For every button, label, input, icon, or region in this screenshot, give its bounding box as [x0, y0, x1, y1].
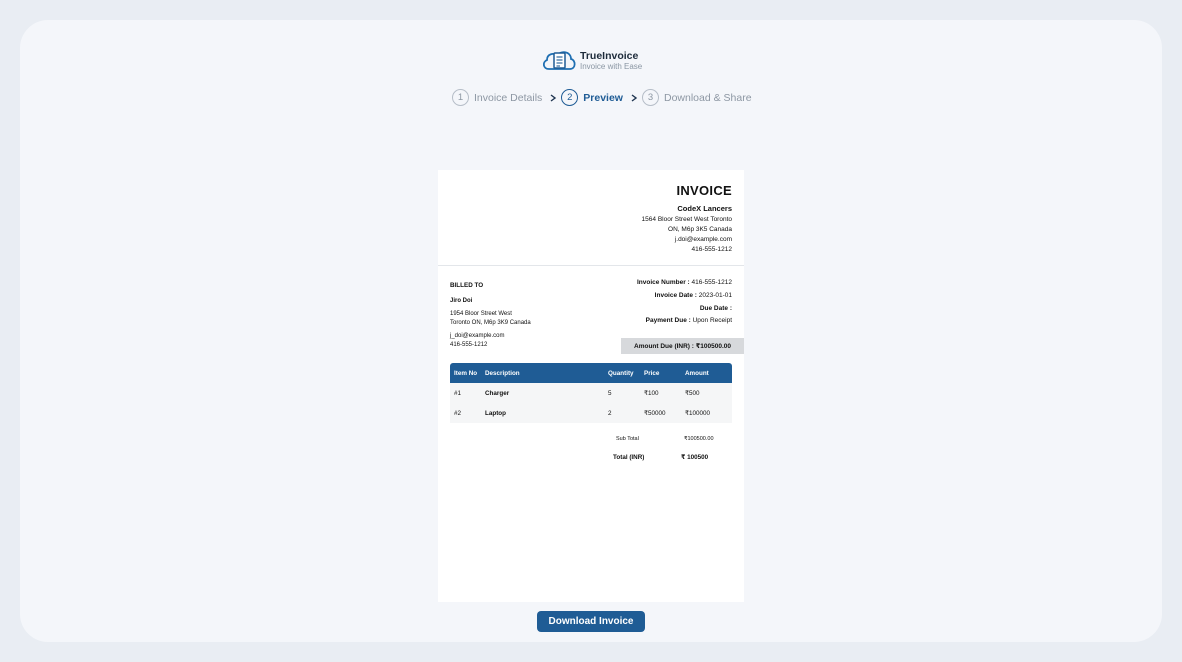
column-header: Quantity: [604, 363, 640, 383]
chevron-right-icon: [550, 93, 557, 102]
step-label: Download & Share: [663, 91, 752, 104]
price-cell: ₹100: [644, 389, 659, 397]
client-phone: 416-555-1212: [450, 341, 488, 348]
payment-due-value: Upon Receipt: [692, 317, 732, 325]
total-value: ₹ 100500: [681, 454, 709, 461]
step-invoice-details[interactable]: 1 Invoice Details: [452, 89, 542, 106]
table-header-row: Item No Description Quantity Price Amoun…: [450, 363, 732, 383]
step-preview[interactable]: 2 Preview: [561, 89, 623, 106]
download-invoice-button[interactable]: Download Invoice: [537, 611, 645, 632]
quantity-cell: 2: [608, 409, 612, 417]
items-table: Item No Description Quantity Price Amoun…: [450, 363, 732, 423]
totals: Sub Total ₹100500.00 Total (INR) ₹ 10050…: [608, 429, 714, 467]
amount-cell: ₹100000: [685, 409, 711, 417]
subtotal-value: ₹100500.00: [684, 435, 714, 442]
invoice-meta: Invoice Number : 416-555-1212 Invoice Da…: [637, 279, 732, 330]
invoice-number-value: 416-555-1212: [691, 279, 732, 286]
quantity-cell: 5: [608, 389, 612, 397]
invoice-date-label: Invoice Date :: [654, 291, 697, 299]
company-name: CodeX Lancers: [677, 204, 732, 213]
column-header: Amount: [681, 363, 732, 383]
item-no-cell: #2: [454, 409, 462, 417]
progress-stepper: 1 Invoice Details 2 Preview 3 Download &…: [452, 89, 752, 106]
client-email: j_doi@example.com: [450, 333, 505, 339]
company-phone: 416-555-1212: [691, 246, 732, 253]
client-name: Jiro Doi: [450, 297, 473, 304]
payment-due-label: Payment Due :: [645, 317, 691, 325]
step-label: Preview: [583, 91, 623, 104]
step-download-share[interactable]: 3 Download & Share: [641, 89, 752, 106]
client-address-line2: Toronto ON, M6p 3K9 Canada: [450, 319, 531, 326]
due-date-label: Due Date :: [699, 304, 732, 312]
subtotal-row: Sub Total ₹100500.00: [608, 429, 714, 448]
item-no-cell: #1: [454, 389, 462, 397]
brand: TrueInvoice Invoice with Ease: [541, 47, 642, 75]
client-address-line1: 1954 Bloor Street West: [450, 311, 512, 317]
table-row: #2 Laptop 2 ₹50000 ₹100000: [450, 403, 732, 423]
amount-due-banner: Amount Due (INR) : ₹100500.00: [621, 338, 744, 354]
price-cell: ₹50000: [644, 409, 666, 417]
invoice-date-row: Invoice Date : 2023-01-01: [637, 292, 732, 305]
chevron-right-icon: [631, 93, 638, 102]
company-info: CodeX Lancers 1564 Bloor Street West Tor…: [642, 204, 732, 255]
brand-name: TrueInvoice: [580, 50, 639, 62]
total-label: Total (INR): [613, 454, 645, 461]
invoice-date-value: 2023-01-01: [698, 291, 732, 299]
total-row: Total (INR) ₹ 100500: [608, 448, 714, 467]
invoice-number-row: Invoice Number : 416-555-1212: [637, 279, 732, 292]
step-label: Invoice Details: [474, 91, 543, 104]
cloud-invoice-logo-icon: [542, 51, 576, 70]
company-address-line1: 1564 Bloor Street West Toronto: [641, 216, 732, 223]
description-cell: Charger: [485, 389, 510, 397]
billed-to: BILLED TO Jiro Doi 1954 Bloor Street Wes…: [450, 282, 531, 349]
billed-to-heading: BILLED TO: [450, 282, 484, 289]
step-number: 1: [452, 89, 469, 106]
amount-cell: ₹500: [685, 389, 700, 397]
header-divider: [438, 265, 744, 266]
payment-due-row: Payment Due : Upon Receipt: [637, 317, 732, 330]
due-date-row: Due Date :: [637, 305, 732, 318]
invoice-number-label: Invoice Number :: [636, 279, 690, 286]
step-number: 3: [641, 89, 659, 106]
column-header: Item No: [450, 363, 481, 383]
brand-tagline: Invoice with Ease: [580, 62, 643, 71]
table-row: #1 Charger 5 ₹100 ₹500: [450, 383, 732, 403]
step-number: 2: [561, 89, 579, 106]
company-address-line2: ON, M6p 3K5 Canada: [668, 226, 732, 233]
invoice-preview: INVOICE CodeX Lancers 1564 Bloor Street …: [438, 170, 744, 602]
column-header: Description: [481, 363, 604, 383]
invoice-title: INVOICE: [676, 183, 732, 198]
column-header: Price: [640, 363, 681, 383]
company-email: j.doi@example.com: [674, 236, 732, 243]
description-cell: Laptop: [485, 409, 506, 417]
subtotal-label: Sub Total: [616, 435, 639, 442]
